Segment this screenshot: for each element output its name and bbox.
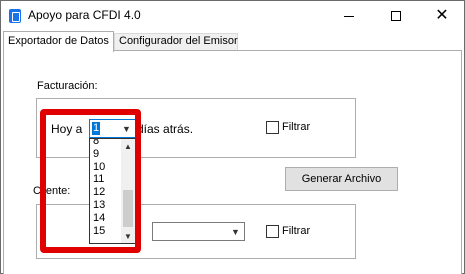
chevron-down-icon[interactable]: ▼ <box>227 223 244 240</box>
app-icon <box>9 9 21 23</box>
minimize-icon <box>344 15 354 17</box>
cliente-combo[interactable]: ▼ <box>152 222 245 241</box>
highlight-annotation-box <box>40 109 141 253</box>
tab-configurador-del-emisor[interactable]: Configurador del Emisor <box>114 33 238 51</box>
facturacion-group-label: Facturación: <box>37 80 98 92</box>
app-window: Apoyo para CFDI 4.0 ✕ Exportador de Dato… <box>0 0 465 274</box>
close-icon: ✕ <box>435 7 449 24</box>
facturacion-filtrar-checkbox[interactable] <box>266 121 279 134</box>
cliente-filtrar-checkbox[interactable] <box>266 225 279 238</box>
title-bar: Apoyo para CFDI 4.0 ✕ <box>1 1 464 31</box>
generar-archivo-button[interactable]: Generar Archivo <box>285 167 398 191</box>
tab-exportador-de-datos[interactable]: Exportador de Datos <box>3 31 114 52</box>
facturacion-filtrar-label: Filtrar <box>282 121 311 133</box>
dias-atras-label: días atrás. <box>137 122 194 136</box>
window-title: Apoyo para CFDI 4.0 <box>28 8 141 22</box>
minimize-button[interactable] <box>326 1 372 31</box>
maximize-button[interactable] <box>373 1 419 31</box>
close-button[interactable]: ✕ <box>419 1 465 31</box>
cliente-filtrar-label: Filtrar <box>282 225 311 237</box>
tab-strip: Exportador de Datos Configurador del Emi… <box>1 31 464 52</box>
maximize-icon <box>391 11 401 21</box>
